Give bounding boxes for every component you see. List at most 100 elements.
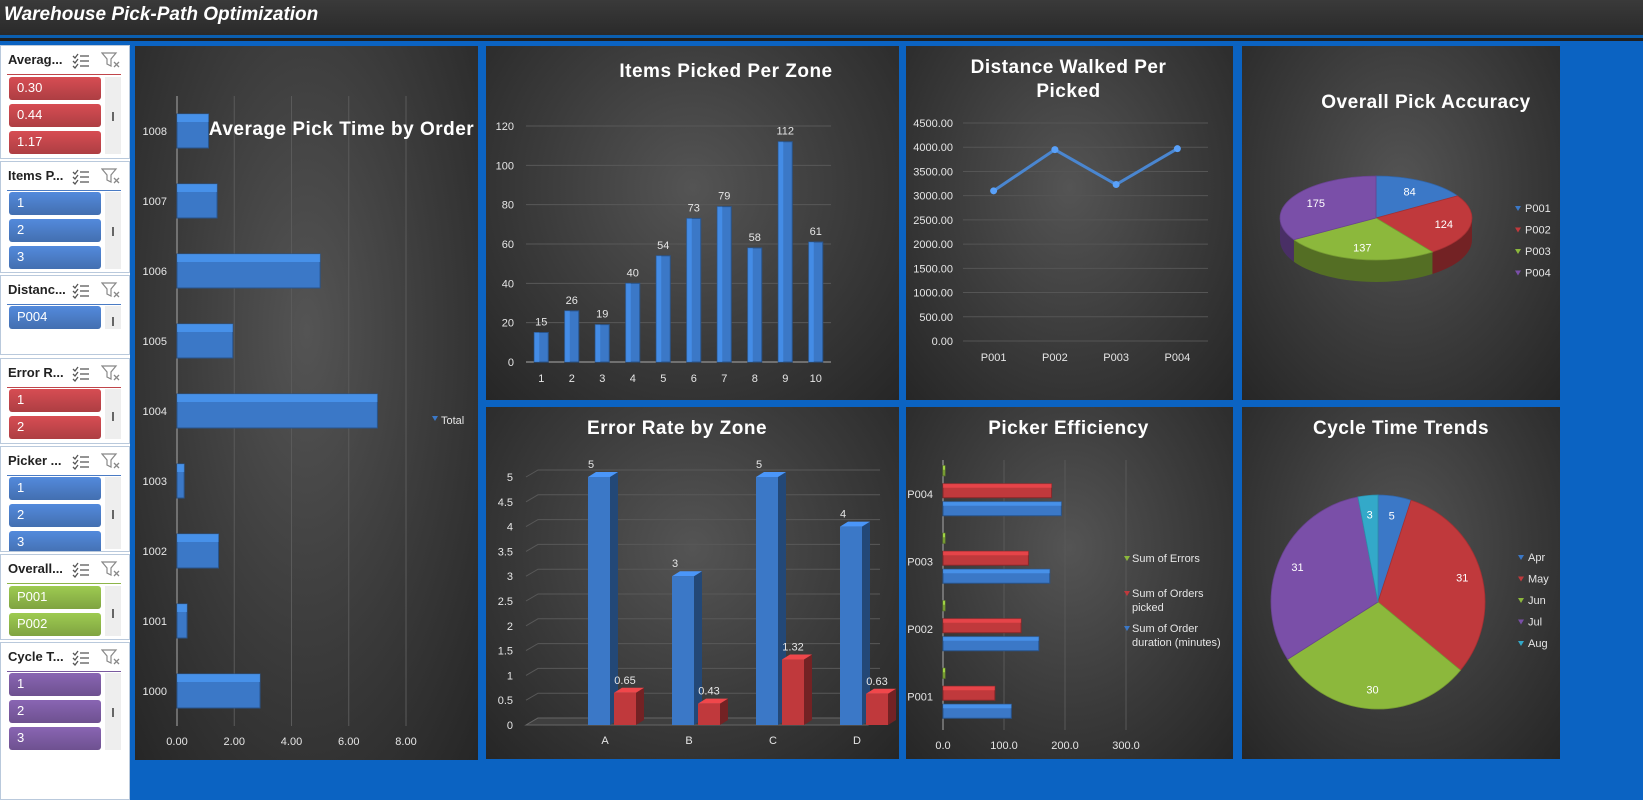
legend-marker	[1124, 591, 1130, 596]
data-label: 5	[1389, 510, 1395, 522]
legend-label: Apr	[1528, 552, 1545, 564]
data-label: 26	[566, 295, 578, 307]
clear-filter-icon[interactable]	[100, 560, 121, 578]
data-point	[1112, 181, 1120, 189]
slicer-item[interactable]: 2	[9, 504, 101, 527]
slicer-item[interactable]: 1	[9, 389, 101, 412]
multi-select-icon[interactable]	[71, 364, 91, 382]
slicer-underline	[7, 583, 121, 584]
clear-filter-icon[interactable]	[100, 648, 121, 666]
slicer-scrollbar[interactable]	[105, 477, 121, 549]
x-tick-label: 2	[569, 373, 575, 385]
x-tick-label: 4.00	[281, 736, 302, 748]
slicer-item[interactable]: P001	[9, 586, 101, 609]
y-tick-label: 1007	[143, 196, 167, 208]
y-tick-label: 120	[496, 121, 514, 133]
data-label: 137	[1353, 243, 1371, 255]
clear-filter-icon[interactable]	[100, 281, 121, 299]
multi-select-icon[interactable]	[71, 560, 91, 578]
y-tick-label: 100	[496, 160, 514, 172]
slicer-scrollbar[interactable]	[105, 192, 121, 269]
clear-filter-icon[interactable]	[100, 452, 121, 470]
slicer-item[interactable]: P002	[9, 613, 101, 636]
slicer-panel: Items P... 1 2 3	[0, 161, 130, 273]
data-label: 3	[1367, 510, 1373, 522]
x-tick-label: P003	[1103, 352, 1129, 364]
slicer-item[interactable]: 2	[9, 219, 101, 242]
bar-highlight	[943, 465, 945, 470]
bar-highlight	[656, 255, 662, 362]
data-point	[1051, 146, 1059, 154]
slicer-item[interactable]: 0.44	[9, 104, 101, 127]
slicer-panel: Averag... 0.30 0.44 1.17	[0, 45, 130, 159]
bar-highlight	[778, 141, 784, 362]
x-tick-label: 6.00	[338, 736, 359, 748]
y-tick-label: 3	[507, 571, 513, 583]
legend-marker	[1518, 576, 1524, 582]
slicer-item[interactable]: P004	[9, 306, 101, 329]
bar-side	[636, 687, 644, 725]
legend-marker	[1515, 270, 1521, 276]
slicer-scrollbar[interactable]	[105, 389, 121, 439]
slicer-item[interactable]: 2	[9, 700, 101, 723]
multi-select-icon[interactable]	[71, 167, 91, 185]
multi-select-icon[interactable]	[71, 648, 91, 666]
multi-select-icon[interactable]	[71, 281, 91, 299]
slicer-item[interactable]: 3	[9, 246, 101, 269]
legend-marker	[1515, 227, 1521, 233]
slicer-item[interactable]: 2	[9, 416, 101, 439]
y-tick-label: 1002	[143, 546, 167, 558]
bar	[614, 692, 636, 725]
x-tick-label: 0.00	[166, 736, 187, 748]
clear-filter-icon[interactable]	[100, 51, 121, 69]
data-point	[1173, 145, 1181, 153]
x-tick-label: 8.00	[395, 736, 416, 748]
multi-select-icon[interactable]	[71, 452, 91, 470]
data-label: 3	[672, 558, 678, 570]
y-tick-label: 4	[507, 522, 513, 534]
y-tick-label: 2500.00	[913, 215, 953, 227]
clear-filter-icon[interactable]	[100, 364, 121, 382]
y-tick-label: 0.00	[932, 336, 953, 348]
slicer-underline	[7, 190, 121, 191]
slicer-item[interactable]: 3	[9, 531, 101, 551]
data-label: 79	[718, 191, 730, 203]
bar-highlight	[177, 674, 261, 682]
slicer-scrollbar[interactable]	[105, 77, 121, 154]
distance-walked-chart: Distance Walked Per Picked 0.00 500.00 100…	[906, 46, 1233, 400]
legend-label: P002	[1525, 225, 1551, 237]
x-tick-label: 3	[599, 373, 605, 385]
slicer-scrollbar[interactable]	[105, 306, 121, 329]
x-tick-label: 300.0	[1112, 740, 1140, 752]
y-tick-label: P002	[907, 624, 933, 636]
x-tick-label: 1	[538, 373, 544, 385]
gridline	[525, 519, 880, 528]
gridline	[525, 593, 880, 602]
data-label: 124	[1435, 219, 1453, 231]
slicer-item[interactable]: 1	[9, 477, 101, 500]
legend-marker	[1518, 619, 1524, 625]
bar-highlight	[943, 569, 1050, 574]
slicer-title: Error R...	[8, 365, 64, 380]
slicer-scrollbar[interactable]	[105, 673, 121, 750]
legend-marker	[1515, 206, 1521, 211]
slicer-item[interactable]: 1	[9, 192, 101, 215]
slicer-item[interactable]: 1	[9, 673, 101, 696]
slicer-title: Picker ...	[8, 453, 62, 468]
slicer-item[interactable]: 1.17	[9, 131, 101, 154]
slicer-item[interactable]: 3	[9, 727, 101, 750]
slicer-scrollbar[interactable]	[105, 586, 121, 636]
slicer-panel: Distanc... P004	[0, 275, 130, 355]
multi-select-icon[interactable]	[71, 51, 91, 69]
y-tick-label: 2	[507, 621, 513, 633]
bar-highlight	[943, 618, 1022, 623]
x-tick-label: 0.0	[935, 740, 950, 752]
data-label: 0.63	[866, 676, 887, 688]
y-tick-label: 500.00	[919, 312, 953, 324]
legend-label: Jul	[1528, 617, 1542, 629]
slicer-title: Overall...	[8, 561, 63, 576]
legend-label: P001	[1525, 203, 1551, 215]
clear-filter-icon[interactable]	[100, 167, 121, 185]
slicer-item[interactable]: 0.30	[9, 77, 101, 100]
x-tick-label: P002	[1042, 352, 1068, 364]
